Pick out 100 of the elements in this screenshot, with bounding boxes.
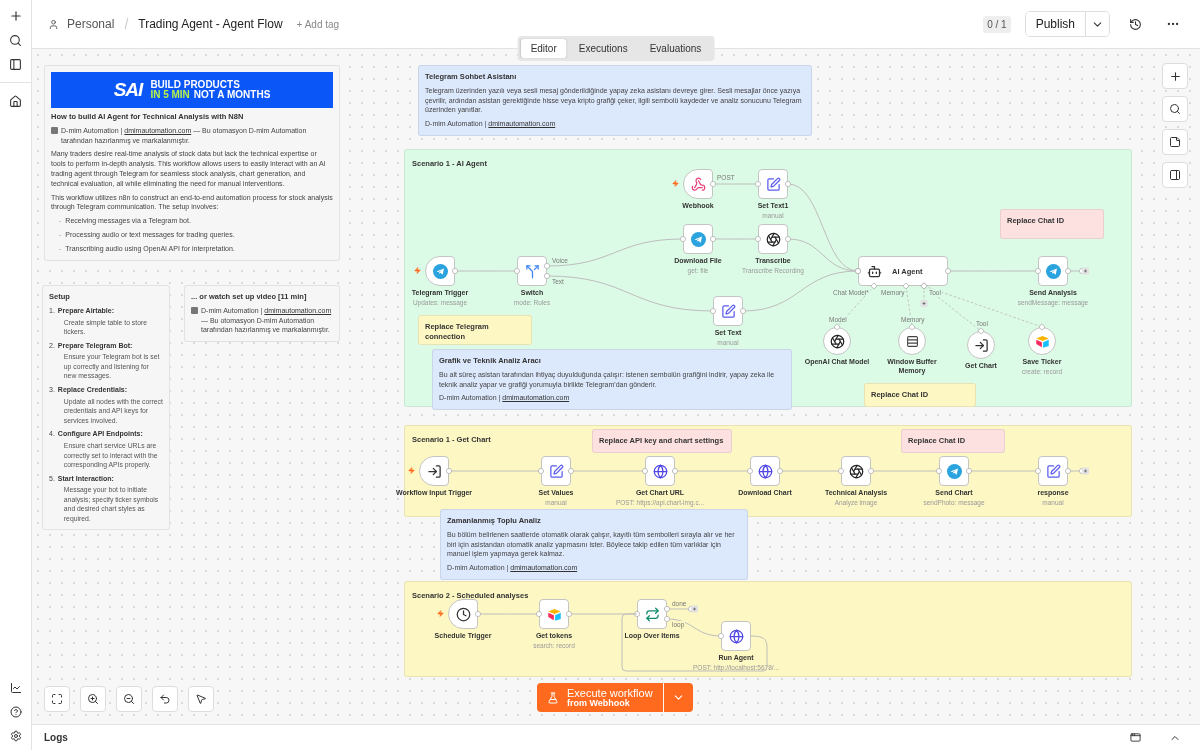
search-icon — [1169, 103, 1181, 115]
repeat-icon — [644, 606, 660, 622]
aperture-icon — [765, 231, 781, 247]
chart-icon — [9, 682, 22, 694]
flask-icon — [547, 691, 559, 704]
add-tag-button[interactable]: + Add tag — [290, 18, 340, 30]
colored-blocks-icon — [546, 607, 562, 621]
person-icon — [48, 18, 59, 30]
workflow-node[interactable] — [713, 296, 743, 326]
workflow-node[interactable] — [517, 256, 547, 286]
connection-line — [777, 468, 844, 474]
workflow-node[interactable] — [541, 456, 571, 486]
banner-text: IN 5 MIN — [150, 90, 190, 101]
window-icon — [1129, 732, 1141, 743]
connection-line — [1065, 468, 1085, 474]
workflow-title[interactable]: Trading Agent - Agent Flow — [138, 17, 283, 31]
workflow-node[interactable] — [1038, 456, 1068, 486]
tidy-up-button[interactable] — [188, 686, 214, 712]
paper-plane-icon — [432, 263, 448, 279]
newspaper-icon — [51, 126, 58, 134]
rows-icon — [905, 334, 919, 348]
workflow-node[interactable] — [645, 456, 675, 486]
zoom-out-icon — [123, 693, 135, 705]
bolt-icon — [414, 267, 421, 274]
bolt-icon — [408, 467, 415, 474]
newspaper-icon — [191, 306, 198, 314]
publish-dropdown-button[interactable] — [1085, 12, 1109, 36]
pointer-icon — [195, 693, 207, 705]
globe-icon — [728, 628, 744, 644]
view-tab[interactable]: Evaluations — [639, 39, 712, 58]
panel-icon — [9, 57, 22, 71]
enter-arrow-icon — [973, 337, 989, 353]
bolt-icon — [672, 180, 679, 187]
pencil-square-icon — [720, 303, 736, 319]
breadcrumb-link[interactable]: Personal — [67, 17, 115, 31]
version-counter: 0 / 1 — [983, 15, 1011, 33]
workflow-node[interactable] — [750, 456, 780, 486]
globe-icon — [652, 463, 668, 479]
home-icon — [9, 94, 22, 108]
aperture-icon — [848, 463, 864, 479]
paper-plane-icon — [946, 463, 962, 479]
globe-icon — [757, 463, 773, 479]
connection-line — [710, 236, 761, 242]
split-arrows-icon — [524, 263, 540, 279]
search-button[interactable] — [1162, 96, 1188, 122]
add-node-button[interactable] — [691, 605, 698, 613]
banner-text: BUILD PRODUCTS — [150, 79, 241, 90]
view-tab[interactable]: Editor — [520, 39, 567, 58]
history-icon — [1128, 17, 1142, 31]
connection-line — [475, 611, 542, 617]
clock-icon — [455, 606, 471, 622]
workflow-node[interactable] — [721, 621, 751, 651]
zoom-out-button[interactable] — [116, 686, 142, 712]
workflow-node[interactable] — [637, 599, 667, 629]
settings-icon — [9, 730, 22, 742]
connection-line — [452, 268, 520, 274]
logs-label[interactable]: Logs — [44, 732, 68, 743]
undo-icon — [159, 693, 171, 705]
paper-plane-icon — [690, 231, 706, 247]
panel-toggle-button[interactable] — [1162, 162, 1188, 188]
workflow-node[interactable] — [539, 599, 569, 629]
banner-text: NOT A MONTHS — [193, 90, 271, 101]
connection-line — [1065, 268, 1085, 274]
add-node-button[interactable] — [920, 300, 928, 307]
plus-icon — [1168, 69, 1182, 83]
workflow-node[interactable] — [1038, 256, 1068, 286]
add-node-button[interactable] — [1082, 467, 1089, 475]
webhook-icon — [690, 176, 706, 192]
workflow-node[interactable] — [841, 456, 871, 486]
workflow-node[interactable] — [683, 224, 713, 254]
zoom-in-icon — [87, 693, 99, 705]
search-icon — [9, 33, 22, 47]
paper-plane-icon — [1045, 263, 1061, 279]
help-icon — [9, 706, 22, 718]
pencil-square-icon — [1045, 463, 1061, 479]
colored-blocks-icon — [1034, 334, 1050, 348]
bolt-icon — [437, 610, 444, 617]
workflow-node[interactable] — [758, 224, 788, 254]
workflow-node[interactable] — [758, 169, 788, 199]
add-node-button[interactable] — [1082, 267, 1089, 275]
sticky-note-button[interactable] — [1162, 129, 1188, 155]
connection-line — [710, 181, 761, 187]
robot-icon — [867, 263, 882, 279]
maximize-icon — [51, 693, 63, 705]
sticky-note-icon — [1169, 136, 1181, 148]
zoom-in-button[interactable] — [80, 686, 106, 712]
execute-dropdown-button[interactable] — [663, 683, 693, 712]
pencil-square-icon — [765, 176, 781, 192]
view-tab[interactable]: Executions — [568, 39, 638, 58]
panel-icon — [1169, 169, 1181, 181]
workflow-node[interactable] — [939, 456, 969, 486]
enter-arrow-icon — [426, 463, 442, 479]
undo-button[interactable] — [152, 686, 178, 712]
fit-view-button[interactable] — [44, 686, 70, 712]
pencil-square-icon — [548, 463, 564, 479]
logo: SAI — [113, 79, 143, 101]
breadcrumb-separator: / — [124, 16, 129, 32]
plus-icon — [8, 9, 23, 23]
aperture-icon — [829, 333, 845, 349]
add-node-button[interactable] — [1162, 63, 1188, 89]
